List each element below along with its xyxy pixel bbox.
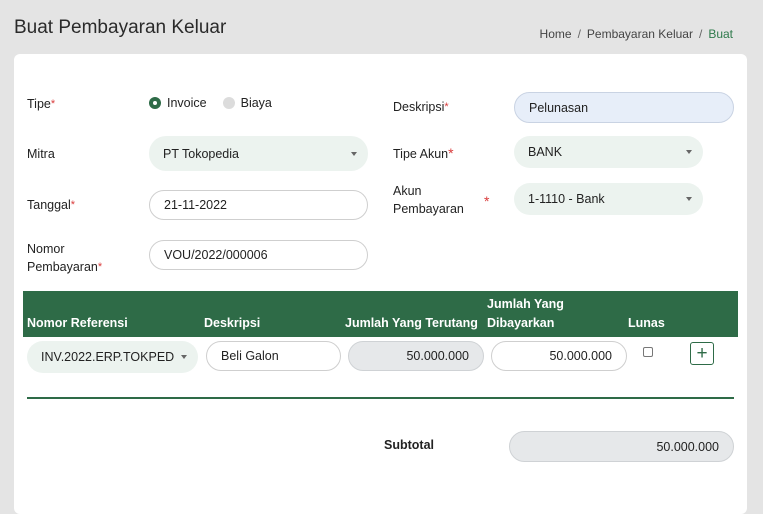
tipe-akun-select[interactable]: BANK — [514, 136, 703, 168]
breadcrumb-home[interactable]: Home — [540, 27, 572, 41]
chevron-down-icon — [686, 150, 692, 154]
table-header: Nomor Referensi Deskripsi Jumlah Yang Te… — [23, 291, 738, 337]
breadcrumb: Home / Pembayaran Keluar / Buat — [540, 27, 733, 41]
chevron-down-icon — [181, 355, 187, 359]
mitra-select[interactable]: PT Tokopedia — [149, 136, 368, 171]
subtotal-label: Subtotal — [384, 438, 434, 452]
tipe-option-invoice[interactable]: Invoice — [149, 96, 207, 110]
form-card: Tipe* Invoice Biaya Mitra PT Tokopedia T… — [14, 54, 747, 514]
table-divider — [27, 397, 734, 399]
tipe-option-biaya[interactable]: Biaya — [222, 96, 272, 110]
breadcrumb-current: Buat — [708, 27, 733, 41]
subtotal-field: 50.000.000 — [509, 431, 734, 462]
breadcrumb-separator: / — [577, 27, 581, 41]
th-lunas: Lunas — [628, 316, 665, 330]
tanggal-label: Tanggal* — [27, 198, 76, 212]
radio-selected-icon[interactable] — [149, 97, 161, 109]
row-jumlah-terutang-field: 50.000.000 — [348, 341, 484, 371]
th-jumlah-terutang: Jumlah Yang Terutang — [345, 316, 478, 330]
chevron-down-icon — [686, 197, 692, 201]
tipe-label: Tipe* — [27, 97, 56, 111]
akun-pembayaran-select[interactable]: 1-1110 - Bank — [514, 183, 703, 215]
nomor-pembayaran-label: Nomor Pembayaran* — [27, 242, 103, 274]
akun-required-mark: * — [484, 193, 490, 209]
add-row-button[interactable]: + — [690, 342, 714, 365]
deskripsi-label: Deskripsi* — [393, 100, 449, 114]
row-jumlah-dibayarkan-input[interactable]: 50.000.000 — [491, 341, 627, 371]
row-nomor-referensi-select[interactable]: INV.2022.ERP.TOKPED — [27, 341, 198, 373]
chevron-down-icon — [351, 151, 357, 156]
tanggal-input[interactable]: 21-11-2022 — [149, 190, 368, 220]
breadcrumb-separator: / — [698, 27, 703, 41]
th-jumlah-dibayarkan: Jumlah Yang Dibayarkan — [487, 297, 564, 330]
nomor-pembayaran-input[interactable]: VOU/2022/000006 — [149, 240, 368, 270]
page-title: Buat Pembayaran Keluar — [14, 17, 227, 38]
th-nomor-referensi: Nomor Referensi — [27, 316, 128, 330]
th-deskripsi: Deskripsi — [204, 316, 261, 330]
deskripsi-input[interactable]: Pelunasan — [514, 92, 734, 123]
tipe-akun-label: Tipe Akun* — [393, 145, 454, 161]
breadcrumb-pembayaran-keluar[interactable]: Pembayaran Keluar — [587, 27, 693, 41]
akun-pembayaran-label: Akun Pembayaran — [393, 184, 464, 216]
radio-unselected-icon[interactable] — [222, 97, 235, 109]
tipe-radio-group: Invoice Biaya — [149, 96, 280, 110]
row-lunas-checkbox[interactable] — [643, 347, 653, 357]
row-deskripsi-input[interactable]: Beli Galon — [206, 341, 341, 371]
mitra-label: Mitra — [27, 147, 55, 161]
